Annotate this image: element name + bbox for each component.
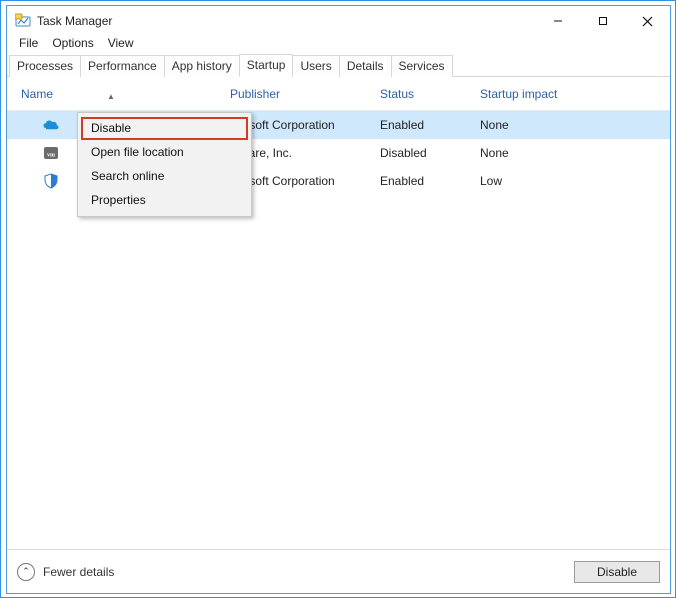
svg-text:vm: vm (47, 153, 55, 159)
maximize-button[interactable] (580, 6, 625, 36)
ctx-search-online[interactable]: Search online (81, 165, 248, 188)
row-publisher: icrosoft Corporation (230, 174, 380, 188)
row-impact: Low (480, 174, 580, 188)
row-impact: None (480, 146, 580, 160)
column-status-label: Status (380, 87, 414, 101)
row-status: Disabled (380, 146, 480, 160)
window-title: Task Manager (37, 14, 112, 28)
fewer-details-button[interactable]: ⌃ Fewer details (17, 563, 114, 581)
tab-startup[interactable]: Startup (239, 54, 294, 77)
context-menu: Disable Open file location Search online… (77, 112, 252, 217)
tabs: Processes Performance App history Startu… (7, 54, 670, 77)
fewer-details-label: Fewer details (43, 565, 114, 579)
column-status[interactable]: Status (380, 87, 480, 101)
column-impact-label: Startup impact (480, 87, 557, 101)
close-button[interactable] (625, 6, 670, 36)
sort-indicator-icon: ▲ (107, 92, 115, 101)
ctx-properties[interactable]: Properties (81, 189, 248, 212)
tab-services[interactable]: Services (391, 55, 453, 77)
security-icon (43, 173, 59, 189)
disable-button[interactable]: Disable (574, 561, 660, 583)
tab-performance[interactable]: Performance (80, 55, 165, 77)
menubar: File Options View (7, 36, 670, 54)
menu-options[interactable]: Options (46, 36, 99, 52)
column-headers: Name ▲ Publisher Status Startup impact (7, 77, 670, 111)
minimize-button[interactable] (535, 6, 580, 36)
tab-users[interactable]: Users (292, 55, 339, 77)
column-publisher-label: Publisher (230, 87, 280, 101)
column-impact[interactable]: Startup impact (480, 87, 580, 101)
row-publisher: Mware, Inc. (230, 146, 380, 160)
startup-list: icrosoft Corporation Enabled None vm Mwa… (7, 111, 670, 549)
row-status: Enabled (380, 118, 480, 132)
row-impact: None (480, 118, 580, 132)
menu-file[interactable]: File (13, 36, 44, 52)
vmware-icon: vm (43, 145, 59, 161)
app-icon (15, 13, 31, 29)
row-publisher: icrosoft Corporation (230, 118, 380, 132)
row-status: Enabled (380, 174, 480, 188)
column-publisher[interactable]: Publisher (230, 87, 380, 101)
column-name[interactable]: Name ▲ (7, 87, 230, 101)
window-controls (535, 6, 670, 36)
bottom-bar: ⌃ Fewer details Disable (7, 549, 670, 593)
ctx-open-location[interactable]: Open file location (81, 141, 248, 164)
tab-apphistory[interactable]: App history (164, 55, 240, 77)
onedrive-icon (43, 117, 59, 133)
task-manager-window: Task Manager File Options View Processes… (6, 5, 671, 594)
tab-details[interactable]: Details (339, 55, 392, 77)
chevron-up-icon: ⌃ (17, 563, 35, 581)
menu-view[interactable]: View (102, 36, 140, 52)
ctx-disable[interactable]: Disable (81, 117, 248, 140)
titlebar: Task Manager (7, 6, 670, 36)
column-name-label: Name (21, 87, 53, 101)
tab-processes[interactable]: Processes (9, 55, 81, 77)
